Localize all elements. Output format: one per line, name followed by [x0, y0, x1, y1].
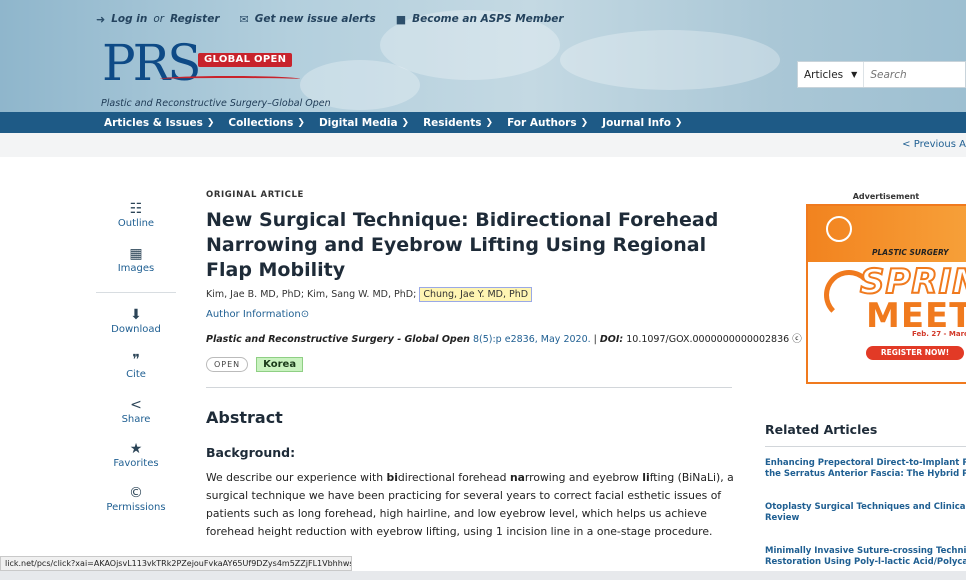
logo-swoosh [160, 76, 300, 82]
tool-download[interactable]: ⬇ Download [96, 307, 176, 335]
previous-article-link[interactable]: < Previous A [902, 139, 966, 150]
register-link[interactable]: Register [170, 13, 219, 25]
chevron-circle-icon: ⊙ [300, 309, 310, 320]
share-icon: < [130, 397, 142, 413]
related-divider [765, 446, 966, 447]
nav-label: Digital Media [318, 116, 398, 129]
tool-outline[interactable]: ☷ Outline [96, 201, 176, 229]
abstract-background-text: We describe our experience with bidirect… [206, 471, 734, 538]
search-scope-select[interactable]: Articles ▼ [798, 62, 865, 87]
tool-label: Permissions [106, 502, 166, 513]
nav-collections[interactable]: Collections ❯ [228, 117, 305, 129]
nav-label: Articles & Issues [104, 116, 203, 129]
journal-tagline: Plastic and Reconstructive Surgery–Globa… [101, 98, 331, 109]
images-icon: ▦ [129, 246, 143, 262]
nav-label: Journal Info [602, 116, 671, 129]
main-nav: Articles & Issues ❯ Collections ❯ Digita… [0, 112, 966, 133]
outline-icon: ☷ [129, 201, 143, 217]
journal-name: Plastic and Reconstructive Surgery - Glo… [206, 334, 470, 345]
nav-digital-media[interactable]: Digital Media ❯ [319, 117, 409, 129]
asps-member-link[interactable]: Become an ASPS Member [412, 13, 563, 25]
tool-label: Download [111, 324, 161, 335]
doi-label: DOI: [599, 334, 624, 345]
article-nav-bar: < Previous A [0, 133, 966, 157]
tool-images[interactable]: ▦ Images [96, 246, 176, 274]
ad-plastic-surgery: PLASTIC SURGERY [872, 248, 949, 257]
ad-register-button[interactable]: REGISTER NOW! [866, 346, 964, 360]
permissions-icon: © [129, 485, 143, 501]
tool-share[interactable]: < Share [96, 397, 176, 425]
background-heading: Background: [206, 445, 296, 460]
search-box: Articles ▼ [797, 61, 966, 88]
separator: | [593, 334, 597, 345]
article-tags: OPEN Korea [206, 357, 734, 372]
site-header: ➜ Log in or Register ✉ Get new issue ale… [0, 0, 966, 112]
chevron-down-icon: ❯ [206, 117, 215, 128]
nav-journal-info[interactable]: Journal Info ❯ [602, 117, 682, 129]
caret-down-icon: ▼ [851, 70, 858, 79]
cite-icon: ❞ [132, 352, 140, 368]
login-icon: ➜ [96, 12, 106, 26]
nav-label: Residents [423, 116, 482, 129]
chevron-down-icon: ❯ [485, 117, 494, 128]
related-article-link[interactable]: Enhancing Prepectoral Direct-to-Implant … [765, 458, 966, 480]
author-list: Kim, Jae B. MD, PhD; Kim, Sang W. MD, Ph… [206, 287, 734, 302]
mail-icon: ✉ [239, 12, 249, 26]
issue-link[interactable]: 8(5):p e2836, May 2020. [473, 334, 591, 345]
related-articles-heading: Related Articles [765, 422, 878, 437]
login-link[interactable]: Log in [111, 13, 147, 25]
os-taskbar [0, 571, 966, 580]
related-article-link[interactable]: Otoplasty Surgical Techniques and Clinic… [765, 502, 966, 524]
open-access-tag: OPEN [206, 357, 249, 372]
country-tag: Korea [256, 357, 304, 372]
article-type: ORIGINAL ARTICLE [206, 190, 304, 200]
section-divider [206, 387, 732, 388]
global-open-badge: GLOBAL OPEN [198, 53, 293, 67]
utility-bar: ➜ Log in or Register ✉ Get new issue ale… [96, 11, 564, 27]
or-text: or [153, 13, 165, 25]
toolbar-divider [96, 292, 176, 293]
nav-articles-issues[interactable]: Articles & Issues ❯ [104, 117, 214, 129]
highlighted-author[interactable]: Chung, Jae Y. MD, PhD [419, 287, 533, 302]
tool-cite[interactable]: ❞ Cite [96, 352, 176, 380]
nav-for-authors[interactable]: For Authors ❯ [507, 117, 588, 129]
article-main: ORIGINAL ARTICLE New Surgical Technique:… [206, 190, 802, 541]
asps-logo-icon [826, 216, 852, 242]
tool-favorites[interactable]: ★ Favorites [96, 441, 176, 469]
creative-commons-icon: ⓒ [792, 334, 802, 345]
nav-label: Collections [228, 116, 294, 129]
article-title: New Surgical Technique: Bidirectional Fo… [206, 209, 719, 281]
tool-label: Share [121, 414, 151, 425]
search-input[interactable] [864, 62, 965, 87]
chevron-down-icon: ❯ [401, 117, 410, 128]
tool-label: Outline [117, 218, 155, 229]
authors-text[interactable]: Kim, Jae B. MD, PhD; Kim, Sang W. MD, Ph… [206, 289, 419, 300]
chevron-down-icon: ❯ [297, 117, 305, 128]
nav-label: For Authors [507, 116, 577, 129]
nav-residents[interactable]: Residents ❯ [423, 117, 493, 129]
advertisement-banner[interactable]: PLASTIC SURGERY SPRING MEETING Feb. 27 -… [806, 204, 966, 384]
chevron-down-icon: ❯ [580, 117, 589, 128]
tool-label: Favorites [113, 458, 159, 469]
star-icon: ★ [129, 441, 143, 457]
citation-line: Plastic and Reconstructive Surgery - Glo… [206, 331, 802, 345]
advertisement-label: Advertisement [852, 192, 920, 201]
author-info-label: Author Information [206, 309, 301, 320]
browser-status-url: lick.net/pcs/click?xai=AKAOjsvL113vkTRk2… [0, 556, 352, 571]
author-information-toggle[interactable]: Author Information⊙ [206, 309, 734, 320]
related-article-link[interactable]: Minimally Invasive Suture-crossing Techn… [765, 546, 966, 568]
doi-value: 10.1097/GOX.0000000000002836 [626, 334, 790, 345]
chevron-down-icon: ❯ [674, 117, 683, 128]
search-scope-value: Articles [804, 68, 844, 81]
member-icon: ■ [395, 12, 407, 26]
abstract-heading: Abstract [206, 408, 283, 427]
download-icon: ⬇ [130, 307, 142, 323]
tool-label: Images [117, 263, 155, 274]
tool-label: Cite [126, 369, 146, 380]
issue-alerts-link[interactable]: Get new issue alerts [255, 13, 376, 25]
tool-permissions[interactable]: © Permissions [96, 485, 176, 513]
ad-date: Feb. 27 - March [912, 330, 966, 338]
